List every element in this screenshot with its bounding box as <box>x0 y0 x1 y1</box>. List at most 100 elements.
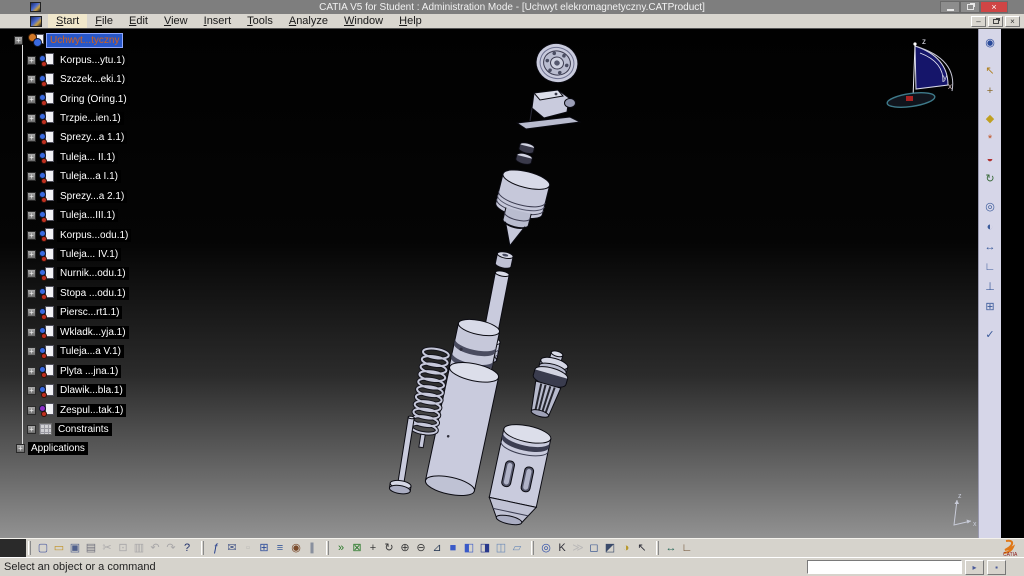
menu-insert[interactable]: Insert <box>196 14 240 28</box>
mdi-close-button[interactable]: × <box>1005 16 1020 27</box>
compass[interactable]: z y x <box>886 37 952 110</box>
part-pin[interactable] <box>389 415 422 496</box>
zoom-in-icon[interactable]: ⊕ <box>397 540 413 556</box>
menu-file[interactable]: File <box>87 14 121 28</box>
normal-view-icon[interactable]: ⊿ <box>429 540 445 556</box>
toolbar-handle[interactable] <box>28 541 31 555</box>
select-icon[interactable]: ↖ <box>982 63 999 79</box>
turntable-icon[interactable]: ◎ <box>538 540 554 556</box>
update-icon[interactable]: ↻ <box>982 171 999 187</box>
tree-row[interactable]: +Tuleja...III.1) <box>0 206 131 225</box>
menu-window[interactable]: Window <box>336 14 391 28</box>
manipulation-icon[interactable]: + <box>982 83 999 99</box>
tree-row[interactable]: +Szczek...eki.1) <box>0 70 131 89</box>
mdi-minimize-button[interactable]: – <box>971 16 986 27</box>
expand-icon[interactable]: + <box>27 133 36 142</box>
smart-move-icon[interactable]: ◆ <box>982 111 999 127</box>
offset-constraint-icon[interactable]: ↔ <box>982 239 999 255</box>
expand-icon[interactable]: + <box>27 386 36 395</box>
render-style-icon[interactable]: ▱ <box>509 540 525 556</box>
expand-icon[interactable]: + <box>27 56 36 65</box>
contact-constraint-icon[interactable]: ◐ <box>982 219 999 235</box>
quick-constraint-icon[interactable]: ✓ <box>982 327 999 343</box>
shaded-view-icon[interactable]: ■ <box>445 540 461 556</box>
expand-icon[interactable]: + <box>27 75 36 84</box>
expand-icon[interactable]: + <box>27 153 36 162</box>
3d-model-canvas[interactable]: z y x z x <box>0 29 1024 538</box>
expand-icon[interactable]: + <box>14 36 23 45</box>
wireframe-view-icon[interactable]: ◨ <box>477 540 493 556</box>
menu-start[interactable]: Start <box>48 14 87 28</box>
expand-icon[interactable]: + <box>27 425 36 434</box>
zoom-out-icon[interactable]: ⊖ <box>413 540 429 556</box>
product-structure-icon[interactable]: ◉ <box>982 35 999 51</box>
fly-mode-icon[interactable]: » <box>333 540 349 556</box>
tree-row[interactable]: +Tuleja... II.1) <box>0 148 131 167</box>
clash-icon[interactable]: ◒ <box>982 151 999 167</box>
tree-row[interactable]: +Tuleja...a V.1) <box>0 342 131 361</box>
expand-icon[interactable]: + <box>27 231 36 240</box>
tree-row[interactable]: +Piersc...rt1.1) <box>0 303 131 322</box>
magnifier-icon[interactable]: ◻ <box>586 540 602 556</box>
tree-row[interactable]: +Zespul...tak.1) <box>0 400 131 419</box>
shaded-edges-view-icon[interactable]: ◧ <box>461 540 477 556</box>
tree-row[interactable]: +Sprezy...a 1.1) <box>0 128 131 147</box>
film-icon[interactable]: ∥ <box>304 540 320 556</box>
part-bracket[interactable] <box>517 90 580 129</box>
menu-help[interactable]: Help <box>391 14 430 28</box>
print-icon[interactable]: ▤ <box>83 540 99 556</box>
save-icon[interactable]: ▣ <box>67 540 83 556</box>
design-table-icon[interactable]: ⊞ <box>256 540 272 556</box>
expand-icon[interactable]: + <box>27 347 36 356</box>
tree-row[interactable]: +Wkladk...yja.1) <box>0 323 131 342</box>
viewport[interactable]: z y x z x +Uchwyt...tyczny+Korpus...ytu.… <box>0 29 1024 538</box>
part-valve-stack[interactable] <box>523 347 574 421</box>
whats-this-icon[interactable]: ? <box>179 540 195 556</box>
tree-row[interactable]: +Tuleja... IV.1) <box>0 245 131 264</box>
expand-icon[interactable]: + <box>27 406 36 415</box>
toolbar-handle[interactable] <box>201 541 204 555</box>
toolbar-handle[interactable] <box>656 541 659 555</box>
fix-constraint-icon[interactable]: ⊥ <box>982 279 999 295</box>
menu-analyze[interactable]: Analyze <box>281 14 336 28</box>
angle-constraint-icon[interactable]: ∟ <box>982 259 999 275</box>
expand-icon[interactable]: + <box>16 444 25 453</box>
depth-effect-icon[interactable]: ◩ <box>602 540 618 556</box>
expand-icon[interactable]: + <box>27 172 36 181</box>
part-cover-disc[interactable] <box>532 39 582 87</box>
tree-row[interactable]: +Korpus...odu.1) <box>0 225 131 244</box>
expand-icon[interactable]: + <box>27 367 36 376</box>
expand-icon[interactable]: + <box>27 289 36 298</box>
expand-icon[interactable]: + <box>27 308 36 317</box>
pan-icon[interactable]: + <box>365 540 381 556</box>
mdi-restore-button[interactable] <box>988 16 1003 27</box>
measure-between-icon[interactable]: ↔ <box>663 540 679 556</box>
formula-icon[interactable]: ƒ <box>208 540 224 556</box>
tree-row[interactable]: +Constraints <box>0 420 131 439</box>
tree-row[interactable]: +Trzpie...ien.1) <box>0 109 131 128</box>
menu-view[interactable]: View <box>156 14 196 28</box>
tree-row[interactable]: +Sprezy...a 2.1) <box>0 187 131 206</box>
tree-row[interactable]: +Uchwyt...tyczny <box>0 31 131 50</box>
lock-icon[interactable]: ◉ <box>288 540 304 556</box>
minimize-button[interactable] <box>940 1 960 13</box>
tree-row[interactable]: +Plyta ...jna.1) <box>0 361 131 380</box>
tree-row[interactable]: +Applications <box>0 439 131 458</box>
tree-row[interactable]: +Oring (Oring.1) <box>0 89 131 108</box>
tree-row[interactable]: +Tuleja...a I.1) <box>0 167 131 186</box>
expand-icon[interactable]: + <box>27 328 36 337</box>
expand-icon[interactable]: + <box>27 192 36 201</box>
fix-together-icon[interactable]: ⊞ <box>982 299 999 315</box>
expand-icon[interactable]: + <box>27 250 36 259</box>
status-button-1[interactable]: ▸ <box>965 560 984 575</box>
expand-icon[interactable]: + <box>27 95 36 104</box>
part-washers[interactable] <box>515 141 536 165</box>
expand-icon[interactable]: + <box>27 211 36 220</box>
rotate-icon[interactable]: ↻ <box>381 540 397 556</box>
toolbar-handle[interactable] <box>531 541 534 555</box>
status-button-2[interactable]: ▪ <box>987 560 1006 575</box>
new-document-icon[interactable]: ▢ <box>35 540 51 556</box>
part-upper-drum[interactable] <box>487 166 552 251</box>
toolbar-handle[interactable] <box>326 541 329 555</box>
tree-row[interactable]: +Korpus...ytu.1) <box>0 50 131 69</box>
